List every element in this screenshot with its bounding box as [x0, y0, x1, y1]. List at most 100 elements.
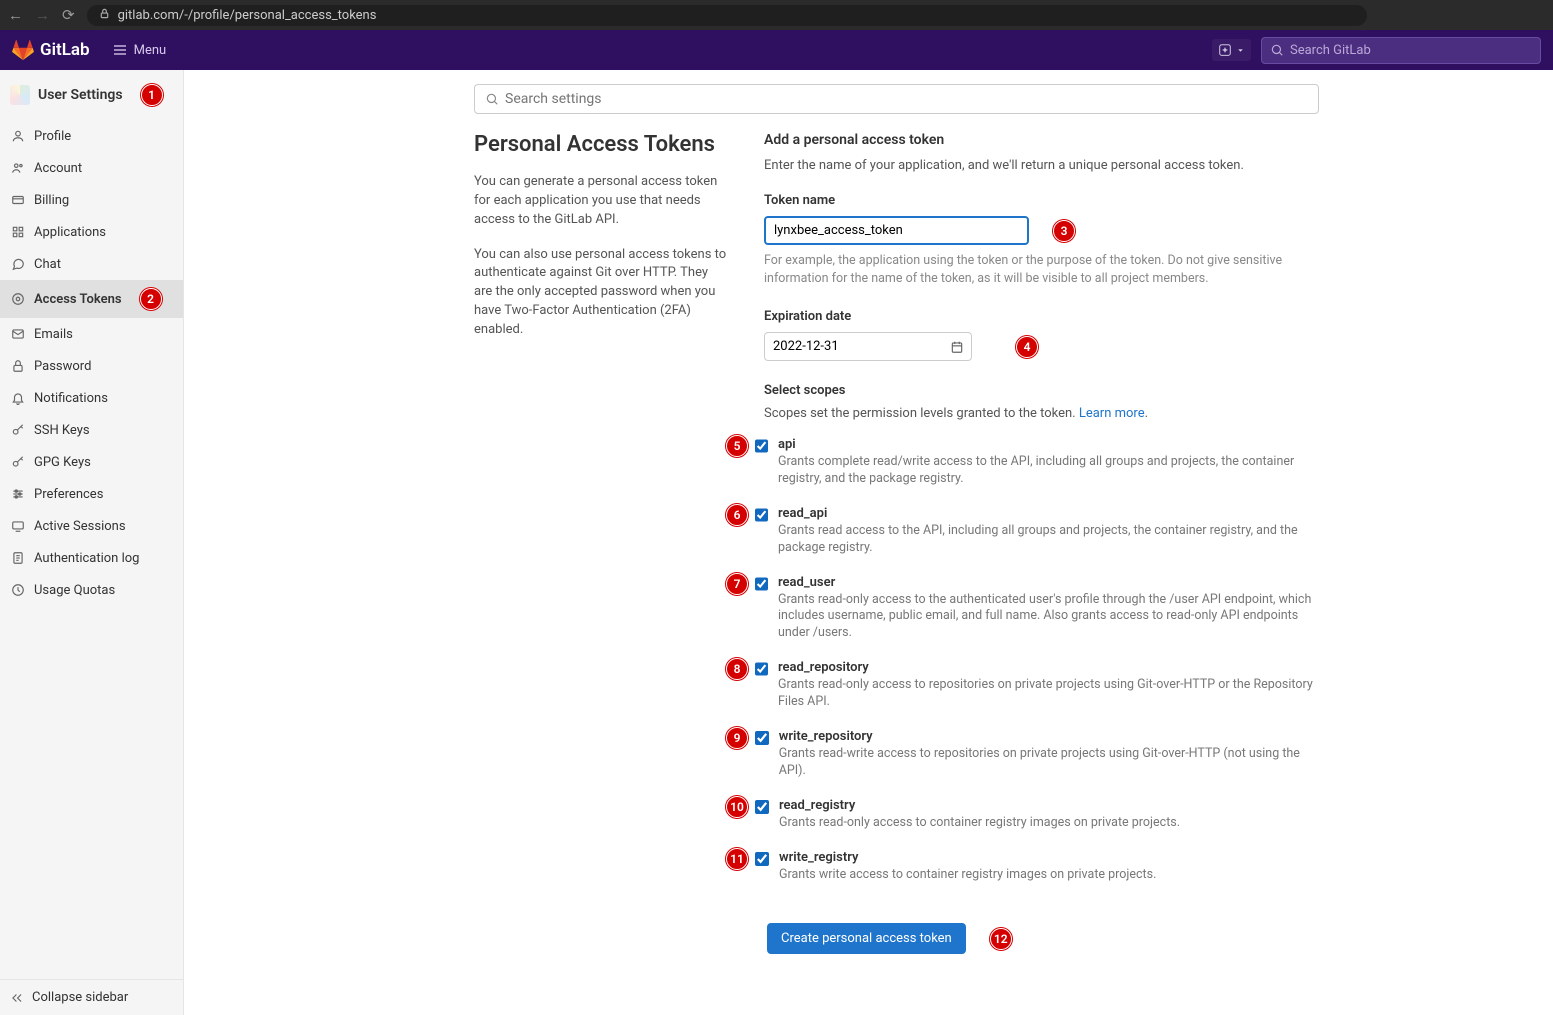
annotation-badge-4: 4: [1016, 336, 1038, 358]
scope-desc: Grants read-only access to repositories …: [778, 677, 1319, 711]
sidebar-item-applications[interactable]: Applications: [0, 216, 183, 248]
hamburger-icon: [112, 42, 128, 58]
reload-icon[interactable]: ⟳: [62, 6, 75, 24]
sidebar-item-label: Applications: [34, 225, 106, 240]
learn-more-link[interactable]: Learn more: [1079, 406, 1145, 421]
lock-icon: [99, 8, 110, 22]
forward-icon[interactable]: →: [35, 6, 50, 24]
scope-name: read_user: [778, 575, 1319, 590]
sidebar: User Settings 1 Profile Account Billing …: [0, 70, 184, 1015]
scope-desc: Grants read-only access to the authentic…: [778, 592, 1319, 643]
annotation-badge-6: 6: [726, 504, 748, 526]
billing-icon: [10, 192, 26, 208]
page-title: Personal Access Tokens: [474, 132, 729, 157]
sidebar-item-active-sessions[interactable]: Active Sessions: [0, 510, 183, 542]
sidebar-item-label: Emails: [34, 327, 73, 342]
info-column: Personal Access Tokens You can generate …: [474, 132, 729, 954]
sidebar-item-preferences[interactable]: Preferences: [0, 478, 183, 510]
settings-search[interactable]: [474, 84, 1319, 114]
scope-desc: Grants write access to container registr…: [779, 867, 1156, 884]
scope-write-repository: write_repositoryGrants read-write access…: [755, 729, 1319, 780]
scope-checkbox-write-repository[interactable]: [755, 731, 769, 745]
scope-checkbox-read-registry[interactable]: [755, 800, 769, 814]
sidebar-item-chat[interactable]: Chat: [0, 248, 183, 280]
expiration-label: Expiration date: [764, 309, 1319, 324]
back-icon[interactable]: ←: [8, 6, 23, 24]
sidebar-item-label: Authentication log: [34, 551, 139, 566]
token-name-input[interactable]: [764, 216, 1029, 245]
header-search-input[interactable]: [1290, 43, 1532, 58]
sidebar-item-emails[interactable]: Emails: [0, 318, 183, 350]
sidebar-item-label: Active Sessions: [34, 519, 126, 534]
annotation-badge-5: 5: [726, 435, 748, 457]
sidebar-item-label: SSH Keys: [34, 423, 90, 438]
plus-icon: [1218, 43, 1232, 57]
prefs-icon: [10, 486, 26, 502]
sidebar-item-profile[interactable]: Profile: [0, 120, 183, 152]
key-icon: [10, 454, 26, 470]
sidebar-item-ssh-keys[interactable]: SSH Keys: [0, 414, 183, 446]
annotation-badge-2: 2: [140, 288, 162, 310]
email-icon: [10, 326, 26, 342]
sidebar-title: User Settings: [38, 87, 123, 103]
expiration-input[interactable]: [764, 332, 972, 361]
sidebar-item-account[interactable]: Account: [0, 152, 183, 184]
scope-checkbox-api[interactable]: [755, 439, 768, 453]
scope-checkbox-read-api[interactable]: [755, 508, 768, 522]
sidebar-item-label: Profile: [34, 129, 71, 144]
scope-read-repository: read_repositoryGrants read-only access t…: [755, 660, 1319, 711]
annotation-badge-1: 1: [141, 84, 163, 106]
sidebar-item-billing[interactable]: Billing: [0, 184, 183, 216]
create-token-button[interactable]: Create personal access token: [767, 923, 966, 954]
form-heading: Add a personal access token: [764, 132, 1319, 148]
gitlab-logo[interactable]: GitLab: [12, 39, 90, 61]
scope-api: apiGrants complete read/write access to …: [755, 437, 1319, 488]
search-icon: [485, 92, 499, 106]
scopes-label: Select scopes: [764, 383, 1319, 398]
sidebar-header: User Settings 1: [0, 70, 183, 120]
scope-name: read_api: [778, 506, 1319, 521]
scope-read-api: read_api Grants read access to the API, i…: [755, 506, 1319, 557]
sidebar-item-password[interactable]: Password: [0, 350, 183, 382]
scope-checkbox-read-repository[interactable]: [755, 662, 768, 676]
token-icon: [10, 291, 26, 307]
url-bar[interactable]: gitlab.com/-/profile/personal_access_tok…: [87, 5, 1367, 26]
collapse-sidebar[interactable]: Collapse sidebar: [0, 979, 183, 1015]
sidebar-item-gpg-keys[interactable]: GPG Keys: [0, 446, 183, 478]
new-dropdown[interactable]: [1212, 39, 1251, 61]
sidebar-item-label: Notifications: [34, 391, 108, 406]
sidebar-item-usage-quotas[interactable]: Usage Quotas: [0, 574, 183, 606]
settings-search-input[interactable]: [505, 91, 1308, 107]
scope-read-user: read_user Grants read-only access to the …: [755, 575, 1319, 643]
menu-label: Menu: [134, 43, 167, 58]
menu-toggle[interactable]: Menu: [112, 42, 167, 58]
scope-name: write_registry: [779, 850, 1156, 865]
sidebar-item-access-tokens[interactable]: Access Tokens2: [0, 280, 183, 318]
scope-checkbox-write-registry[interactable]: [755, 852, 769, 866]
scope-checkbox-read-user[interactable]: [755, 577, 768, 591]
help-text-1: You can generate a personal access token…: [474, 173, 729, 230]
header-bar: GitLab Menu: [0, 30, 1553, 70]
quota-icon: [10, 582, 26, 598]
sidebar-item-label: Account: [34, 161, 82, 176]
sidebar-item-label: Preferences: [34, 487, 103, 502]
annotation-badge-11: 11: [726, 848, 748, 870]
scope-name: api: [778, 437, 1319, 452]
scope-desc: Grants read-write access to repositories…: [779, 746, 1319, 780]
sidebar-item-label: Usage Quotas: [34, 583, 115, 598]
annotation-badge-9: 9: [726, 727, 748, 749]
header-search[interactable]: [1261, 37, 1541, 64]
log-icon: [10, 550, 26, 566]
chevron-down-icon: [1236, 46, 1245, 55]
search-icon: [1270, 43, 1284, 57]
annotation-badge-7: 7: [726, 573, 748, 595]
scope-desc: Grants read access to the API, including…: [778, 523, 1319, 557]
sidebar-item-notifications[interactable]: Notifications: [0, 382, 183, 414]
brand-text: GitLab: [40, 40, 90, 60]
sidebar-item-auth-log[interactable]: Authentication log: [0, 542, 183, 574]
account-icon: [10, 160, 26, 176]
collapse-icon: [10, 991, 24, 1005]
sidebar-item-label: GPG Keys: [34, 455, 91, 470]
profile-icon: [10, 128, 26, 144]
url-text: gitlab.com/-/profile/personal_access_tok…: [118, 8, 377, 23]
